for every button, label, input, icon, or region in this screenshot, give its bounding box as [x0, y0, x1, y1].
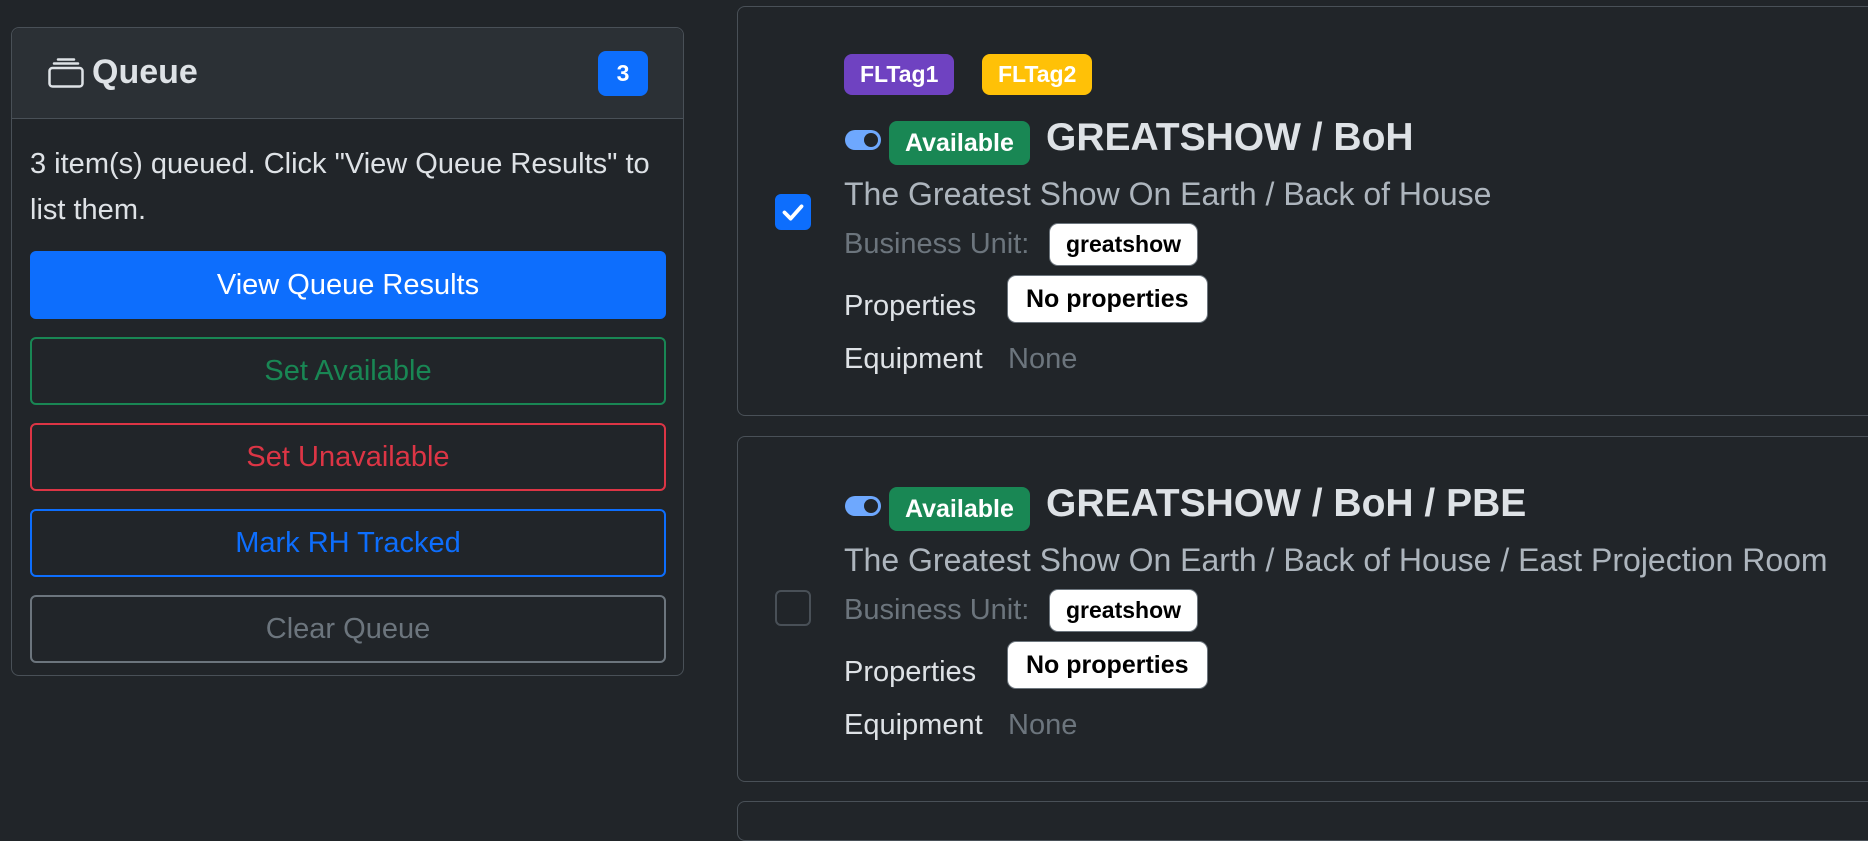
queue-panel: Queue 3 3 item(s) queued. Click "View Qu… — [11, 27, 684, 676]
location-tag: FLTag2 — [982, 54, 1093, 95]
equipment-value: None — [1008, 343, 1078, 375]
toggle-on-icon[interactable] — [845, 496, 881, 516]
set-unavailable-button[interactable]: Set Unavailable — [30, 423, 666, 491]
business-unit-label: Business Unit: — [844, 228, 1030, 260]
collection-icon — [48, 58, 84, 88]
location-description: The Greatest Show On Earth / Back of Hou… — [844, 176, 1492, 212]
location-select-checkbox[interactable] — [775, 194, 811, 230]
location-card: FLTag1 FLTag2 Available GREATSHOW / BoH … — [737, 6, 1868, 416]
mark-rh-tracked-button[interactable]: Mark RH Tracked — [30, 509, 666, 577]
location-card — [737, 801, 1868, 841]
properties-badge: No properties — [1007, 275, 1208, 323]
check-icon — [782, 204, 804, 221]
location-card: Available GREATSHOW / BoH / PBE The Grea… — [737, 436, 1868, 782]
location-select-checkbox[interactable] — [775, 590, 811, 626]
location-tag: FLTag1 — [844, 54, 955, 95]
equipment-value: None — [1008, 709, 1078, 741]
status-badge: Available — [889, 121, 1030, 165]
equipment-label: Equipment — [844, 709, 983, 741]
status-badge: Available — [889, 487, 1030, 531]
queue-message: 3 item(s) queued. Click "View Queue Resu… — [30, 148, 650, 226]
properties-label: Properties — [844, 656, 977, 688]
queue-body: 3 item(s) queued. Click "View Queue Resu… — [12, 141, 683, 663]
toggle-on-icon[interactable] — [845, 130, 881, 150]
set-available-button[interactable]: Set Available — [30, 337, 666, 405]
queue-header: Queue 3 — [12, 28, 683, 119]
business-unit-label: Business Unit: — [844, 594, 1030, 626]
location-description: The Greatest Show On Earth / Back of Hou… — [844, 542, 1828, 578]
location-name: GREATSHOW / BoH / PBE — [1046, 482, 1527, 525]
business-unit-badge: greatshow — [1049, 223, 1199, 266]
queue-count-badge: 3 — [598, 51, 648, 96]
properties-badge: No properties — [1007, 641, 1208, 689]
equipment-label: Equipment — [844, 343, 983, 375]
view-queue-results-button[interactable]: View Queue Results — [30, 251, 666, 319]
business-unit-badge: greatshow — [1049, 589, 1199, 632]
queue-title: Queue — [92, 53, 198, 91]
location-name: GREATSHOW / BoH — [1046, 116, 1414, 159]
properties-label: Properties — [844, 290, 977, 322]
clear-queue-button[interactable]: Clear Queue — [30, 595, 666, 663]
